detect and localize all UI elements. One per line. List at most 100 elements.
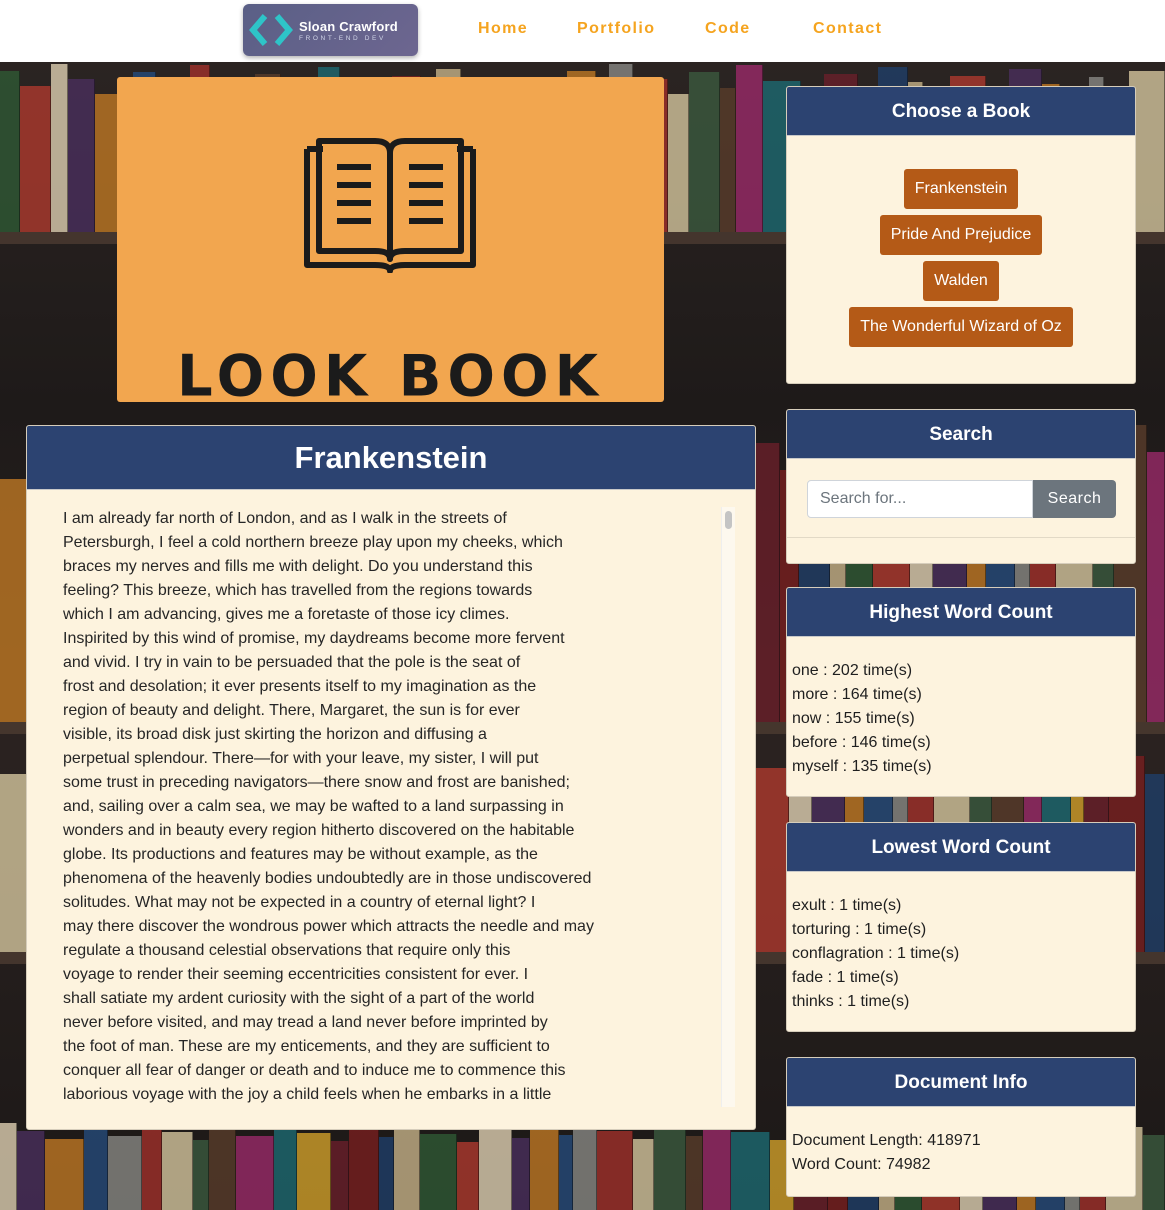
book-spine bbox=[0, 70, 21, 232]
nav-link-portfolio[interactable]: Portfolio bbox=[577, 20, 655, 38]
text-line: region of beauty and delight. There, Mar… bbox=[63, 702, 520, 719]
word-count-item: myself : 135 time(s) bbox=[792, 758, 932, 775]
book-spine bbox=[379, 1137, 395, 1210]
search-title: Search bbox=[787, 410, 1135, 459]
text-line: shall satiate my ardent curiosity with t… bbox=[63, 990, 535, 1007]
text-line: globe. Its productions and features may … bbox=[63, 846, 538, 863]
book-spine bbox=[349, 1129, 380, 1210]
lowest-word-count-title: Lowest Word Count bbox=[787, 823, 1135, 872]
text-line: braces my nerves and fills me with delig… bbox=[63, 558, 533, 575]
top-navbar: Sloan Crawford FRONT-END DEV Home Portfo… bbox=[0, 0, 1165, 62]
book-spine bbox=[162, 1131, 194, 1210]
document-info-panel: Document Info Document Length: 418971 Wo… bbox=[786, 1057, 1136, 1197]
book-spine bbox=[107, 1135, 143, 1210]
book-spine bbox=[1143, 1134, 1165, 1210]
text-line: and vivid. I try in vain to be persuaded… bbox=[63, 654, 521, 671]
document-info-list: Document Length: 418971 Word Count: 7498… bbox=[787, 1107, 1135, 1177]
book-spine bbox=[719, 87, 737, 232]
text-line: regulate a thousand celestial observatio… bbox=[63, 942, 511, 959]
word-count-item: conflagration : 1 time(s) bbox=[792, 945, 960, 962]
text-line: phenomena of the heavenly bodies undoubt… bbox=[63, 870, 592, 887]
text-line: wonders and in beauty every region hithe… bbox=[63, 822, 575, 839]
book-reader-panel: Frankenstein I am already far north of L… bbox=[26, 425, 756, 1130]
book-spine bbox=[330, 1140, 350, 1210]
word-count-item: one : 202 time(s) bbox=[792, 662, 913, 679]
word-count-item: more : 164 time(s) bbox=[792, 686, 922, 703]
text-line: voyage to render their seeming eccentric… bbox=[63, 966, 529, 983]
book-spine bbox=[51, 63, 68, 232]
search-panel: Search Search bbox=[786, 409, 1136, 564]
text-line: feeling? This breeze, which has travelle… bbox=[63, 582, 533, 599]
highest-word-list: one : 202 time(s) more : 164 time(s) now… bbox=[787, 637, 1135, 779]
highest-word-count-title: Highest Word Count bbox=[787, 588, 1135, 637]
word-count-item: fade : 1 time(s) bbox=[792, 969, 899, 986]
book-button-frankenstein[interactable]: Frankenstein bbox=[903, 169, 1019, 209]
word-count-item: exult : 1 time(s) bbox=[792, 897, 902, 914]
document-length: Document Length: 418971 bbox=[792, 1132, 981, 1149]
book-spine bbox=[702, 1123, 731, 1210]
book-text: I am already far north of London, and as… bbox=[63, 507, 623, 1107]
text-line: never before visited, and may tread a la… bbox=[63, 1014, 548, 1031]
book-spine bbox=[83, 1127, 108, 1210]
site-logo[interactable]: Sloan Crawford FRONT-END DEV bbox=[243, 4, 418, 56]
book-spine bbox=[44, 1139, 84, 1210]
book-spine bbox=[730, 1131, 770, 1210]
logo-name: Sloan Crawford bbox=[299, 18, 398, 34]
nav-link-home[interactable]: Home bbox=[478, 20, 528, 38]
search-input[interactable] bbox=[807, 480, 1033, 518]
word-count-item: before : 146 time(s) bbox=[792, 734, 931, 751]
word-count-item: thinks : 1 time(s) bbox=[792, 993, 910, 1010]
divider bbox=[787, 537, 1135, 538]
logo-subtitle: FRONT-END DEV bbox=[299, 34, 386, 42]
book-button-list: Frankenstein Pride And Prejudice Walden … bbox=[787, 136, 1135, 353]
book-spine bbox=[736, 65, 764, 232]
text-line: Petersburgh, I feel a cold northern bree… bbox=[63, 534, 563, 551]
book-spine bbox=[529, 1126, 559, 1210]
lowest-word-count-panel: Lowest Word Count exult : 1 time(s) tort… bbox=[786, 822, 1136, 1032]
book-button-pride-and-prejudice[interactable]: Pride And Prejudice bbox=[879, 215, 1043, 255]
book-spine bbox=[654, 1127, 687, 1210]
reader-title: Frankenstein bbox=[27, 426, 755, 490]
word-count: Word Count: 74982 bbox=[792, 1156, 931, 1173]
book-spine bbox=[688, 72, 720, 232]
book-spine bbox=[16, 1131, 45, 1210]
text-line: conquer all fear of danger or death and … bbox=[63, 1062, 566, 1079]
book-spine bbox=[511, 1138, 530, 1210]
book-spine bbox=[0, 1122, 17, 1210]
text-line: which I am advancing, gives me a foretas… bbox=[63, 606, 510, 623]
book-spine bbox=[478, 1130, 512, 1210]
book-spine bbox=[193, 1140, 210, 1210]
text-line: the foot of man. These are my enticement… bbox=[63, 1038, 550, 1055]
book-spine bbox=[235, 1136, 274, 1210]
book-spine bbox=[67, 79, 96, 232]
reader-scrollbar[interactable] bbox=[721, 507, 735, 1107]
book-button-walden[interactable]: Walden bbox=[923, 261, 999, 301]
book-spine bbox=[273, 1124, 297, 1210]
choose-book-panel: Choose a Book Frankenstein Pride And Pre… bbox=[786, 86, 1136, 384]
book-spine bbox=[1144, 774, 1165, 952]
code-brackets-icon bbox=[243, 4, 297, 56]
text-line: frost and desolation; it ever presents i… bbox=[63, 678, 537, 695]
text-line: some trust in preceding navigators—there… bbox=[63, 774, 570, 791]
book-spine bbox=[457, 1141, 479, 1210]
lowest-word-list: exult : 1 time(s) torturing : 1 time(s) … bbox=[787, 872, 1135, 1014]
book-spine bbox=[686, 1135, 703, 1210]
text-line: and, sailing over a calm sea, we may be … bbox=[63, 798, 564, 815]
scrollbar-thumb[interactable] bbox=[725, 511, 732, 529]
search-button[interactable]: Search bbox=[1033, 480, 1116, 518]
book-spine bbox=[572, 1122, 598, 1210]
book-spine bbox=[668, 94, 689, 232]
hero-title: LOOK BOOK bbox=[176, 343, 605, 410]
look-book-hero: LOOK BOOK bbox=[117, 77, 664, 405]
book-button-wizard-of-oz[interactable]: The Wonderful Wizard of Oz bbox=[849, 307, 1073, 347]
book-spine bbox=[209, 1128, 236, 1210]
book-spine bbox=[597, 1131, 634, 1210]
text-line: solitudes. What may not be expected in a… bbox=[63, 894, 536, 911]
text-line: laborious voyage with the joy a child fe… bbox=[63, 1086, 552, 1103]
document-info-title: Document Info bbox=[787, 1058, 1135, 1107]
text-line: perpetual splendour. There—for with your… bbox=[63, 750, 539, 767]
nav-link-code[interactable]: Code bbox=[705, 20, 751, 38]
nav-link-contact[interactable]: Contact bbox=[813, 20, 882, 38]
highest-word-count-panel: Highest Word Count one : 202 time(s) mor… bbox=[786, 587, 1136, 797]
choose-book-title: Choose a Book bbox=[787, 87, 1135, 136]
